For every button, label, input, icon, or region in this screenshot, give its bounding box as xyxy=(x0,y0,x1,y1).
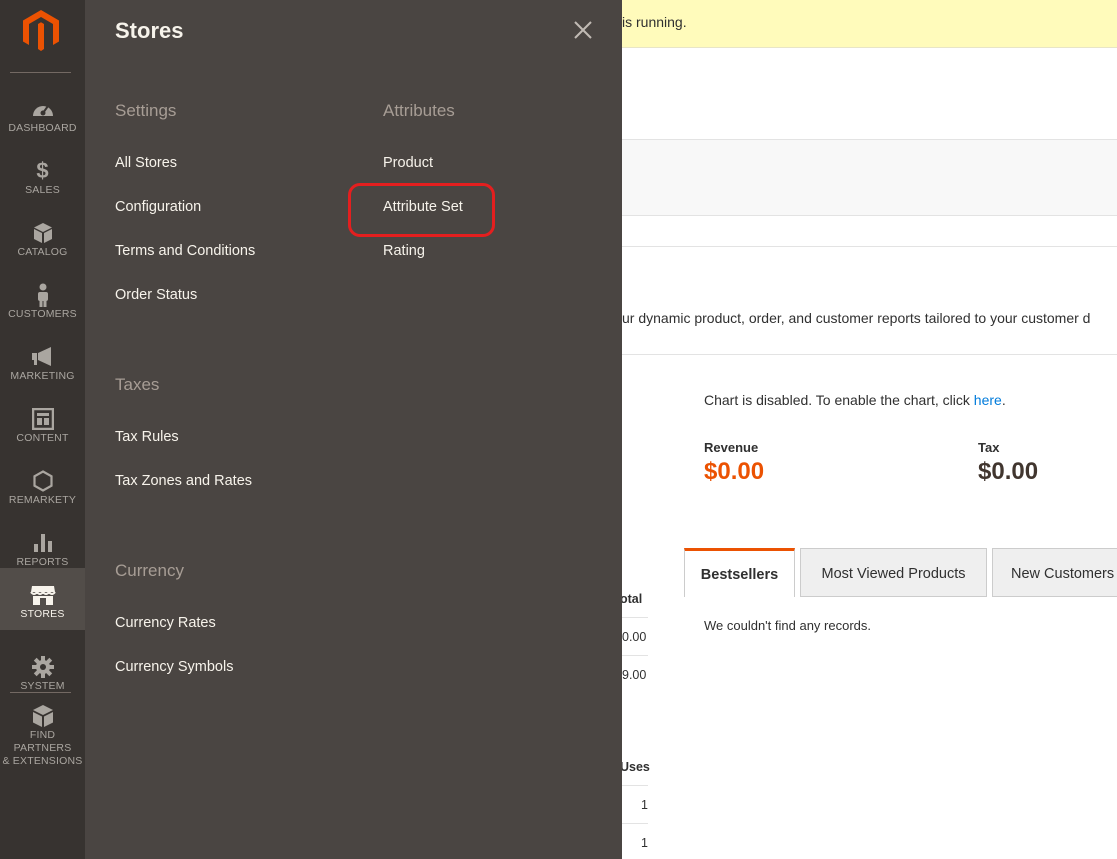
nav-catalog[interactable]: CATALOG xyxy=(0,206,85,268)
notice-text: is running. xyxy=(622,14,687,30)
section-heading-attributes: Attributes xyxy=(383,101,455,120)
nav-stores-label: STORES xyxy=(20,608,65,620)
chart-msg-end: . xyxy=(1001,392,1006,408)
tax-value: $0.00 xyxy=(978,458,1039,485)
menu-item-all-stores[interactable]: All Stores xyxy=(115,155,177,171)
megaphone-icon xyxy=(0,345,85,369)
revenue-label: Revenue xyxy=(704,440,759,455)
bar-chart-icon xyxy=(0,531,85,555)
menu-item-currency-rates[interactable]: Currency Rates xyxy=(115,615,216,631)
box-icon xyxy=(0,221,85,245)
table-cell: 1 xyxy=(641,836,648,850)
nav-stores[interactable]: STORES xyxy=(0,568,85,630)
hexagon-icon xyxy=(0,469,85,493)
flyout-title: Stores xyxy=(115,18,184,43)
menu-item-tax-zones-and-rates[interactable]: Tax Zones and Rates xyxy=(115,473,252,489)
row-divider xyxy=(622,785,648,786)
section-heading-currency: Currency xyxy=(115,561,184,580)
section-heading-taxes: Taxes xyxy=(115,375,160,394)
table-cell: 0.00 xyxy=(622,630,647,644)
nav-remarkety[interactable]: REMARKETY xyxy=(0,454,85,516)
divider xyxy=(622,354,1117,355)
attribute-set-highlight xyxy=(348,183,495,237)
gear-icon xyxy=(0,655,85,679)
revenue-value: $0.00 xyxy=(704,458,765,485)
nav-catalog-label: CATALOG xyxy=(17,246,68,258)
admin-sidebar: DASHBOARD $ SALES CATALOG CUSTOMERS MARK… xyxy=(0,0,85,859)
menu-item-configuration[interactable]: Configuration xyxy=(115,199,201,215)
table-cell: 1 xyxy=(641,798,648,812)
nav-content[interactable]: CONTENT xyxy=(0,392,85,454)
extensions-icon xyxy=(0,704,85,728)
nav-marketing-label: MARKETING xyxy=(10,370,75,382)
magento-logo[interactable] xyxy=(22,10,60,52)
menu-item-order-status[interactable]: Order Status xyxy=(115,287,197,303)
nav-sales[interactable]: $ SALES xyxy=(0,144,85,206)
sidebar-divider xyxy=(10,72,71,73)
divider xyxy=(622,246,1117,247)
enable-chart-link[interactable]: here xyxy=(974,392,1002,408)
nav-find-partners-label: FIND PARTNERS & EXTENSIONS xyxy=(2,729,83,767)
tab-bestsellers[interactable]: Bestsellers xyxy=(684,548,795,597)
nav-sales-label: SALES xyxy=(25,184,60,196)
system-notice: is running. xyxy=(622,0,1117,48)
sidebar-divider-2 xyxy=(10,692,71,693)
advanced-reporting-intro: ur dynamic product, order, and customer … xyxy=(622,310,1091,326)
row-divider xyxy=(622,823,648,824)
close-icon[interactable] xyxy=(572,19,594,41)
section-heading-settings: Settings xyxy=(115,101,177,120)
menu-item-product[interactable]: Product xyxy=(383,155,433,171)
nav-customers[interactable]: CUSTOMERS xyxy=(0,268,85,330)
dashboard-content: is running. ur dynamic product, order, a… xyxy=(620,0,1117,859)
table-header-total: otal xyxy=(620,592,643,606)
nav-marketing[interactable]: MARKETING xyxy=(0,330,85,392)
tax-label: Tax xyxy=(978,440,1000,455)
tab-new-customers[interactable]: New Customers xyxy=(992,548,1117,597)
menu-item-currency-symbols[interactable]: Currency Symbols xyxy=(115,659,233,675)
chart-disabled-message: Chart is disabled. To enable the chart, … xyxy=(704,392,1006,408)
menu-item-tax-rules[interactable]: Tax Rules xyxy=(115,429,179,445)
page-actions-band xyxy=(622,139,1117,216)
nav-dashboard-label: DASHBOARD xyxy=(8,122,77,134)
stores-flyout-menu: Stores Settings All Stores Configuration… xyxy=(85,0,622,859)
row-divider xyxy=(622,655,648,656)
person-icon xyxy=(0,283,85,307)
row-divider xyxy=(622,617,648,618)
nav-content-label: CONTENT xyxy=(16,432,69,444)
nav-dashboard[interactable]: DASHBOARD xyxy=(0,82,85,144)
tab-most-viewed-products[interactable]: Most Viewed Products xyxy=(800,548,987,597)
nav-remarkety-label: REMARKETY xyxy=(8,494,77,506)
nav-find-partners[interactable]: FIND PARTNERS & EXTENSIONS xyxy=(0,702,85,767)
menu-item-rating[interactable]: Rating xyxy=(383,243,425,259)
menu-item-terms-and-conditions[interactable]: Terms and Conditions xyxy=(115,243,255,259)
dollar-icon: $ xyxy=(36,158,49,183)
layout-icon xyxy=(0,407,85,431)
nav-customers-label: CUSTOMERS xyxy=(8,308,77,320)
chart-msg-text: Chart is disabled. To enable the chart, … xyxy=(704,392,974,408)
store-icon xyxy=(0,583,85,607)
dashboard-icon xyxy=(0,97,85,121)
table-cell: 9.00 xyxy=(622,668,647,682)
no-records-message: We couldn't find any records. xyxy=(704,618,871,633)
table-header-uses: Uses xyxy=(620,760,650,774)
